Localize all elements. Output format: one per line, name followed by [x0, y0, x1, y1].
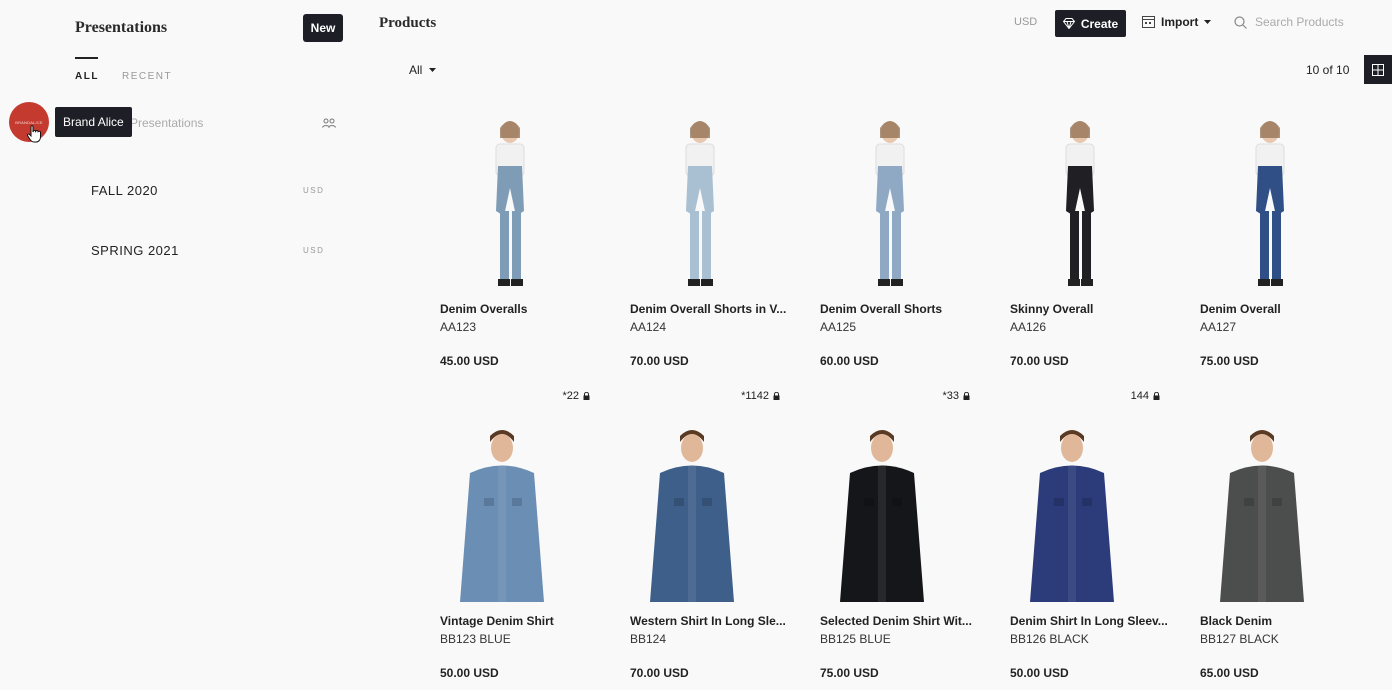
product-count: 10 of 10 [1306, 63, 1350, 77]
product-card[interactable]: Denim Overall AA127 75.00 USD [1200, 116, 1370, 376]
product-image [650, 430, 734, 602]
grid-icon [1372, 63, 1384, 76]
product-price: 50.00 USD [440, 666, 499, 680]
product-price: 65.00 USD [1200, 666, 1259, 680]
product-sku: BB124 [630, 632, 667, 646]
product-name: Denim Overall [1200, 302, 1281, 316]
create-button-label: Create [1080, 16, 1119, 31]
lock-icon [963, 392, 970, 400]
stock-count-value: *22 [562, 390, 579, 402]
product-card[interactable]: Vintage Denim Shirt BB123 BLUE 50.00 USD [440, 428, 610, 688]
app: Presentations New ALL RECENT n Presentat… [0, 0, 1392, 690]
product-name: Denim Overall Shorts [820, 302, 943, 316]
presentation-currency: USD [303, 186, 325, 195]
avatar-tooltip: Brand Alice [55, 107, 132, 137]
stock-count: 144 [1131, 390, 1160, 402]
product-name: Denim Overalls [440, 302, 528, 316]
product-sku: AA127 [1200, 320, 1237, 334]
product-card[interactable]: Denim Overall Shorts in V... AA124 70.00 U… [630, 116, 800, 376]
chevron-down-icon [429, 68, 437, 72]
product-sku: AA124 [630, 320, 667, 334]
product-price: 70.00 USD [630, 354, 689, 368]
product-card[interactable]: Denim Shirt In Long Sleev... BB126 BLACK 5… [1010, 428, 1180, 688]
page-title: Products [379, 15, 437, 31]
product-image [1030, 430, 1114, 602]
product-price: 75.00 USD [820, 666, 879, 680]
avatar-logo-text: BRANDALICE [15, 119, 43, 125]
product-card[interactable]: Skinny Overall AA126 70.00 USD [1010, 116, 1180, 376]
stock-count: *22 [562, 390, 590, 402]
product-name: Skinny Overall [1010, 302, 1094, 316]
new-presentation-button[interactable]: New [303, 14, 343, 42]
active-tab-indicator [75, 57, 98, 59]
product-image [460, 430, 544, 602]
product-name: Denim Shirt In Long Sleev... [1010, 614, 1168, 628]
product-card[interactable]: Denim Overalls AA123 45.00 USD [440, 116, 610, 376]
product-sku: BB123 BLUE [440, 632, 511, 646]
product-name: Vintage Denim Shirt [440, 614, 554, 628]
hand-cursor-icon [26, 125, 41, 143]
people-icon[interactable] [322, 118, 336, 128]
search-box[interactable]: Search Products [1234, 15, 1344, 29]
diamond-icon [1062, 18, 1075, 29]
product-card[interactable]: Selected Denim Shirt Wit... BB125 BLUE 75.… [820, 428, 990, 688]
lock-icon [1153, 392, 1160, 400]
currency-selector[interactable]: USD [1014, 16, 1037, 28]
product-image [840, 430, 924, 602]
stock-count-value: *1142 [741, 390, 769, 402]
presentation-currency: USD [303, 246, 325, 255]
product-card[interactable]: Western Shirt In Long Sle... BB124 70.00 U… [630, 428, 800, 688]
stock-count-value: *33 [942, 390, 959, 402]
product-name: Denim Overall Shorts in V... [630, 302, 787, 316]
product-image [1255, 121, 1285, 286]
product-price: 60.00 USD [820, 354, 879, 368]
import-button[interactable]: Import [1142, 15, 1212, 29]
product-price: 45.00 USD [440, 354, 499, 368]
product-sku: BB125 BLUE [820, 632, 891, 646]
product-sku: BB126 BLACK [1010, 632, 1089, 646]
stock-count: *1142 [741, 390, 780, 402]
product-price: 70.00 USD [1010, 354, 1069, 368]
product-price: 50.00 USD [1010, 666, 1069, 680]
product-sku: BB127 BLACK [1200, 632, 1279, 646]
filter-dropdown[interactable]: All [409, 63, 437, 77]
search-icon [1234, 15, 1247, 29]
product-price: 70.00 USD [630, 666, 689, 680]
import-icon [1142, 16, 1155, 28]
sidebar: Presentations New ALL RECENT n Presentat… [0, 0, 360, 690]
product-image [685, 121, 715, 286]
chevron-down-icon [1204, 20, 1212, 24]
create-button[interactable]: Create [1055, 10, 1126, 37]
filter-label: All [409, 63, 423, 77]
shared-presentations-label[interactable]: n Presentations [120, 116, 203, 130]
presentation-item-spring-2021[interactable]: SPRING 2021 [91, 243, 179, 258]
product-name: Selected Denim Shirt Wit... [820, 614, 972, 628]
product-image [875, 121, 905, 286]
product-price: 75.00 USD [1200, 354, 1259, 368]
grid-view-toggle[interactable] [1364, 55, 1392, 84]
product-sku: AA125 [820, 320, 857, 334]
product-image [1220, 430, 1304, 602]
product-image [495, 121, 525, 286]
stock-count-value: 144 [1130, 390, 1149, 402]
lock-icon [583, 392, 590, 400]
product-image [1065, 121, 1095, 286]
product-card[interactable]: Denim Overall Shorts AA125 60.00 USD [820, 116, 990, 376]
product-sku: AA123 [440, 320, 477, 334]
search-input[interactable]: Search Products [1255, 15, 1344, 29]
tab-recent[interactable]: RECENT [122, 71, 172, 82]
product-card[interactable]: Black Denim BB127 BLACK 65.00 USD [1200, 428, 1370, 688]
stock-count: *33 [942, 390, 970, 402]
sidebar-title: Presentations [75, 19, 168, 36]
presentation-item-fall-2020[interactable]: FALL 2020 [91, 183, 158, 198]
product-name: Western Shirt In Long Sle... [630, 614, 786, 628]
import-button-label: Import [1161, 15, 1199, 29]
lock-icon [773, 392, 780, 400]
product-name: Black Denim [1200, 614, 1273, 628]
tab-all[interactable]: ALL [75, 71, 99, 82]
product-sku: AA126 [1010, 320, 1047, 334]
